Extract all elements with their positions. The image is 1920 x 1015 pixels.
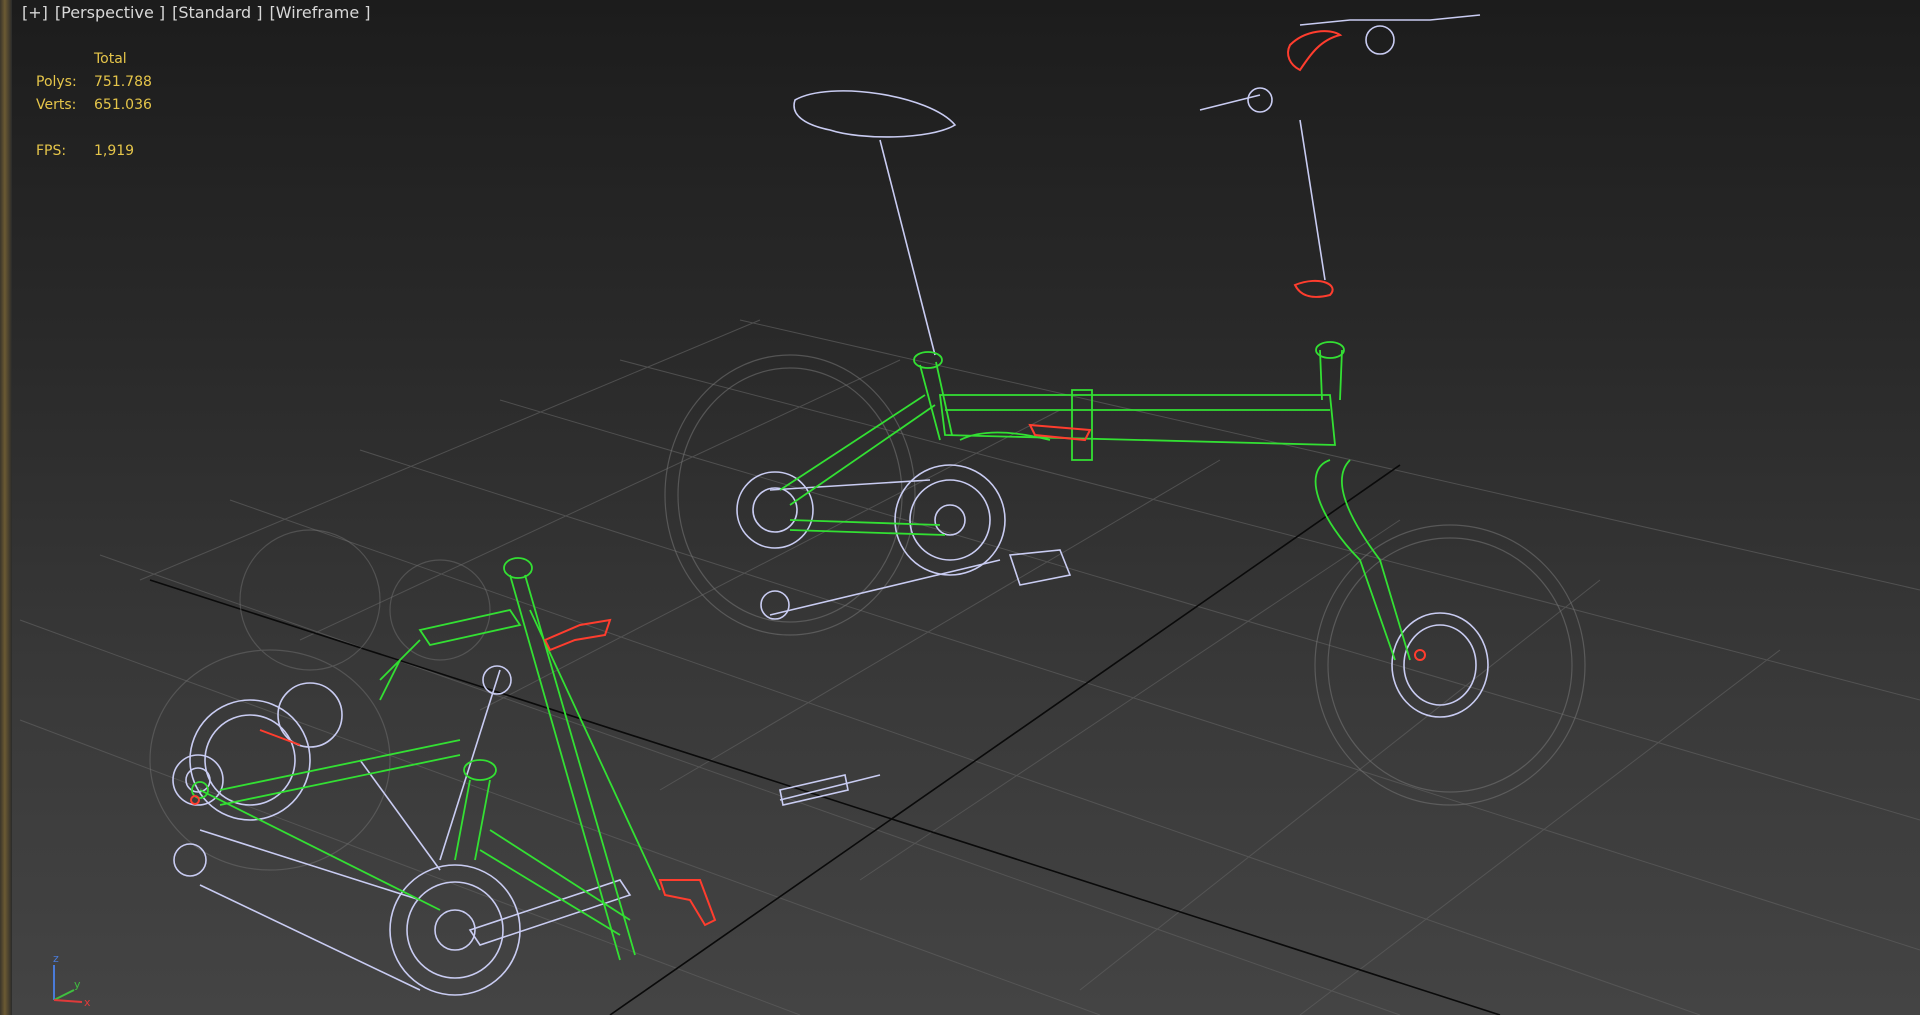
y-axis-label: y [74,978,81,991]
x-axis-line [53,999,83,1003]
unfolded-bike-components [736,14,1489,801]
world-axis-lines [149,464,1501,1015]
unfolded-bike-wheels [664,354,1586,806]
wireframe-scene[interactable] [0,0,1920,1015]
ground-grid [19,319,1920,1015]
folded-bike-wheels [149,529,491,871]
folded-bike-frame [191,557,661,961]
z-axis-label: z [53,952,59,965]
y-axis-line [53,989,75,1001]
folded-bike-red-parts [190,618,717,927]
unfolded-bike-frame [779,341,1411,661]
unfolded-bike-red-parts [1028,30,1426,661]
folded-bike-components [172,665,849,996]
axis-gizmo: z y x [53,952,91,1009]
x-axis-label: x [84,996,91,1009]
3d-viewport[interactable]: [+] [Perspective ] [Standard ] [Wirefram… [0,0,1920,1015]
